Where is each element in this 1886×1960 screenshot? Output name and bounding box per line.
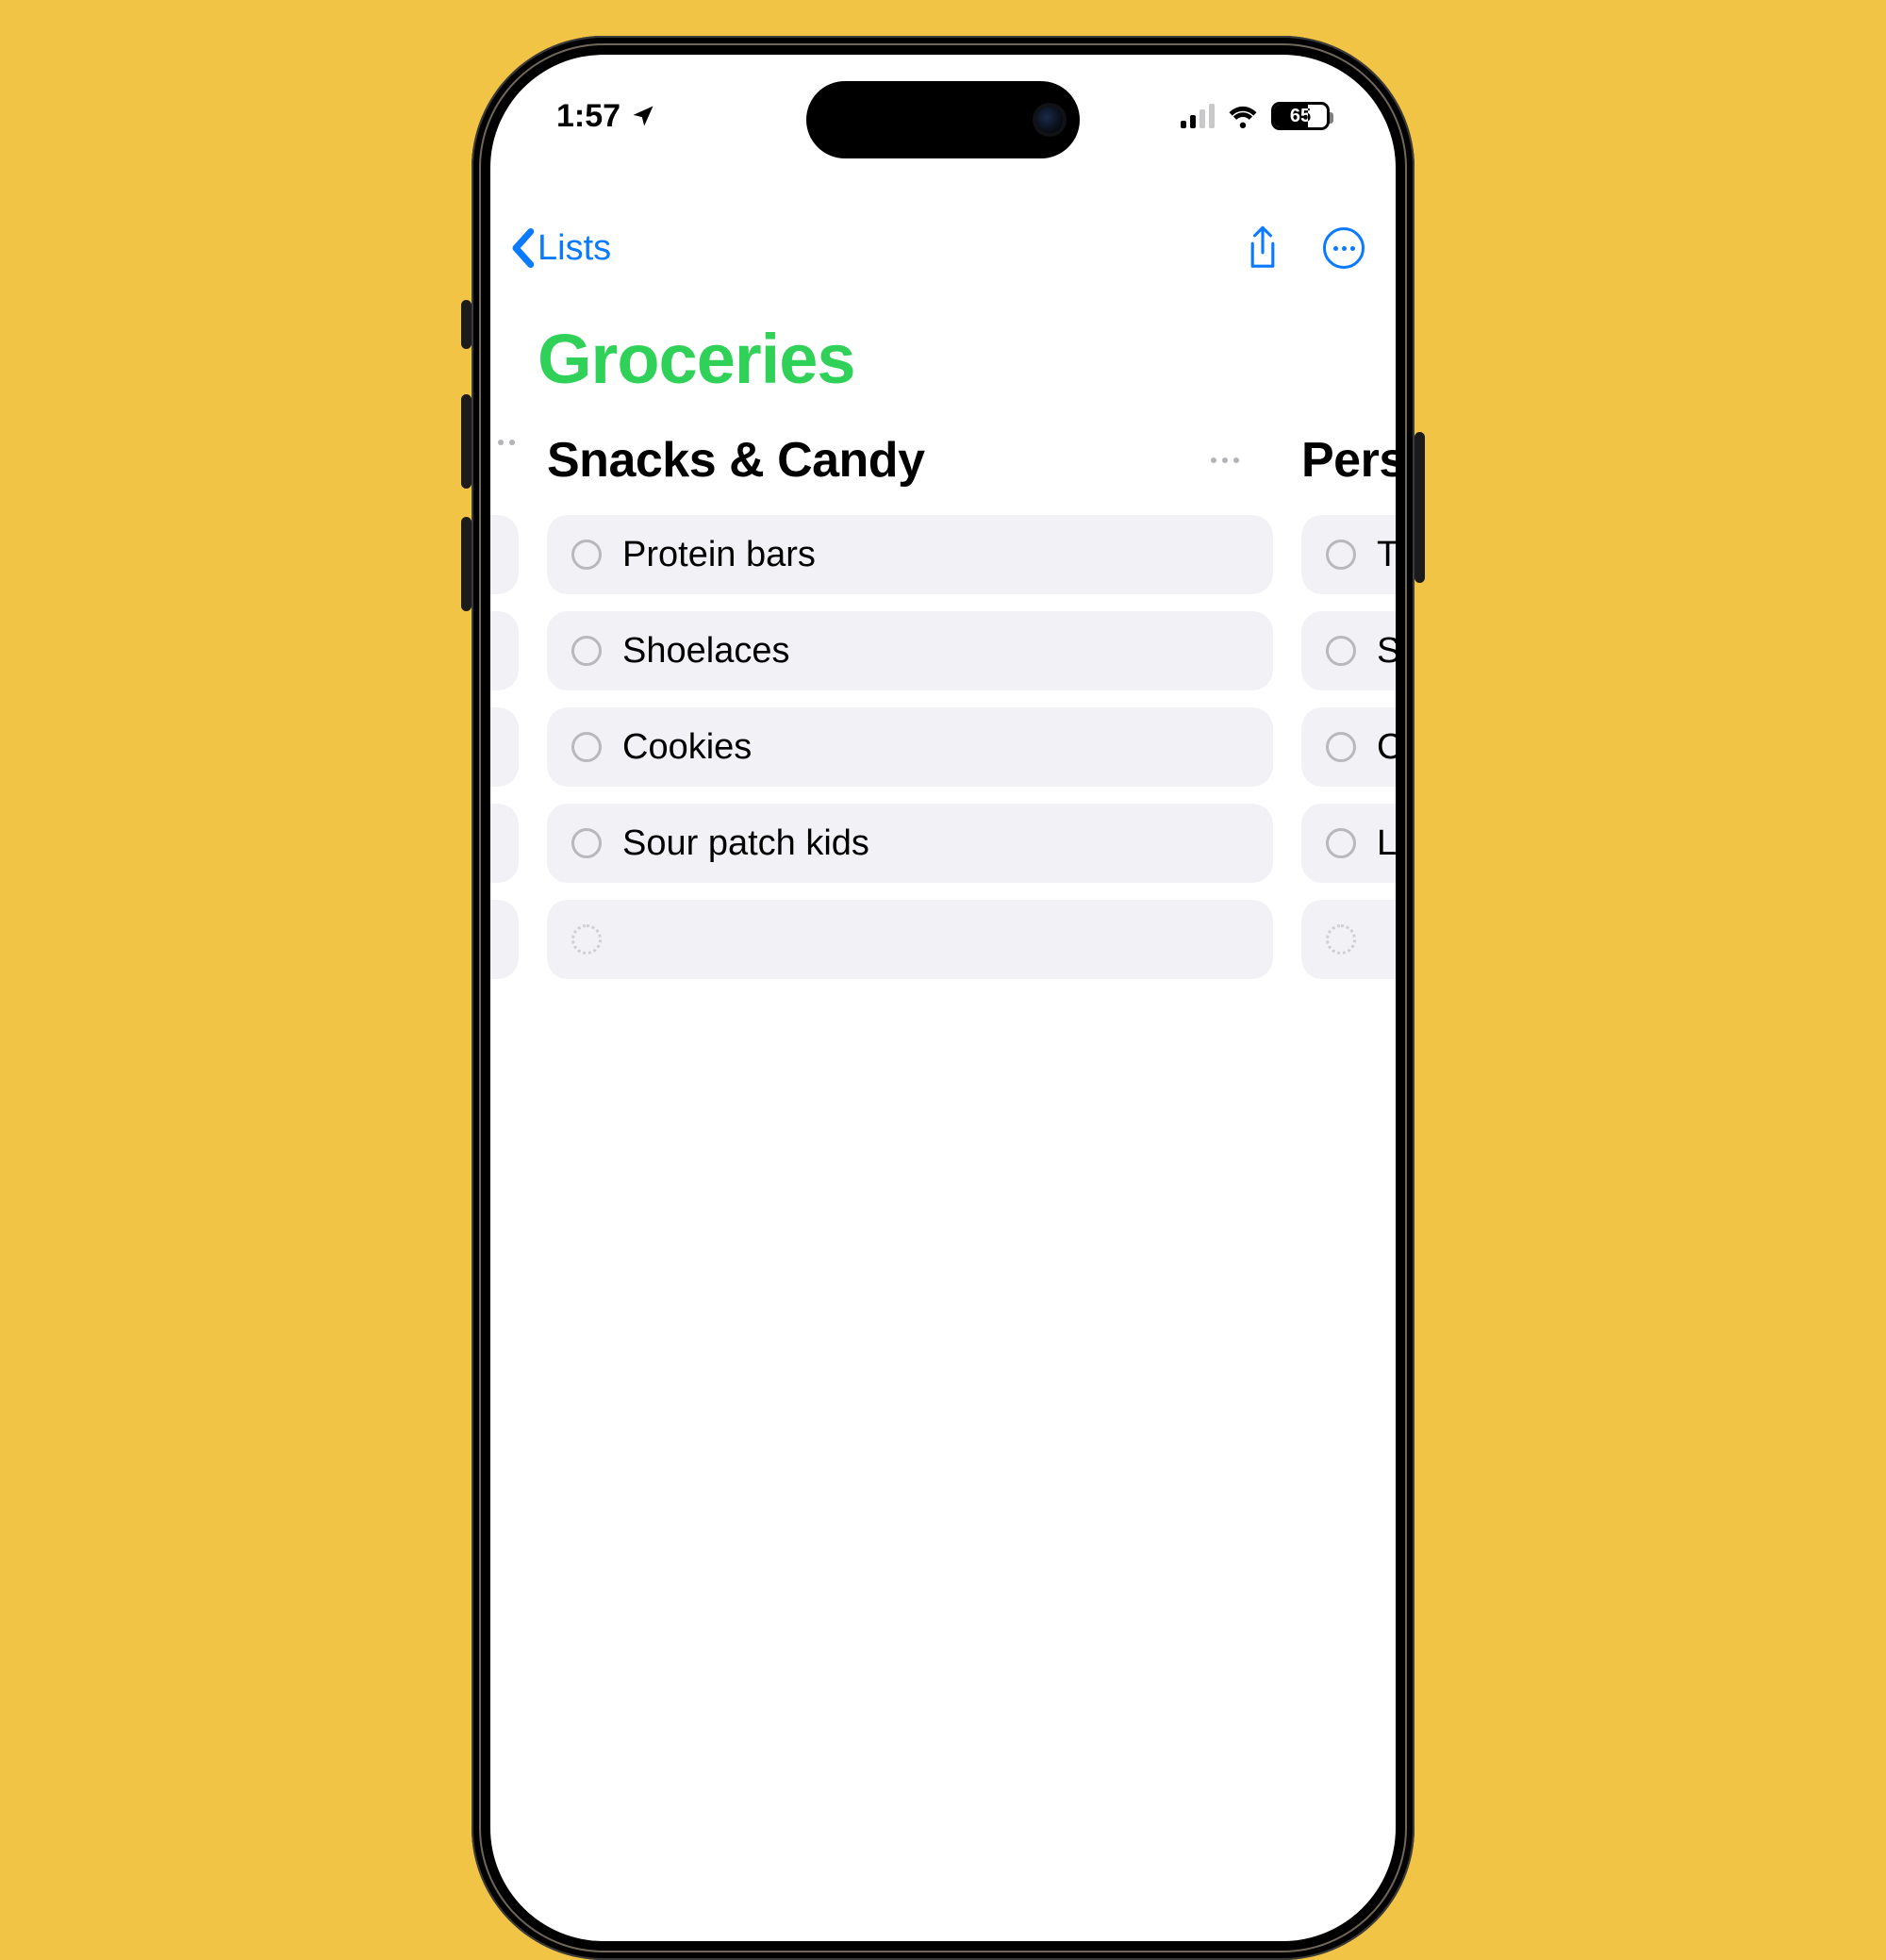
more-button[interactable] — [1320, 224, 1367, 272]
share-icon — [1244, 225, 1282, 271]
list-item[interactable] — [490, 515, 519, 594]
item-text: Co — [1377, 727, 1396, 768]
back-label: Lists — [538, 228, 611, 269]
list-item[interactable]: Shoelaces — [547, 611, 1273, 690]
item-text: Li — [1377, 823, 1396, 864]
item-text: Protein bars — [622, 535, 816, 575]
power-button — [1414, 432, 1425, 583]
columns-scroll[interactable]: Snacks & Candy Protein bars Shoelaces Co… — [490, 432, 1396, 1941]
status-right: 65 — [1181, 102, 1330, 130]
checkbox-icon[interactable] — [1326, 828, 1356, 858]
ellipsis-circle-icon — [1323, 227, 1365, 269]
chevron-left-icon — [509, 228, 536, 268]
column-title: Pers — [1301, 432, 1396, 489]
add-item-icon[interactable] — [571, 924, 602, 955]
checkbox-icon[interactable] — [1326, 732, 1356, 762]
checkbox-icon[interactable] — [1326, 636, 1356, 666]
status-left: 1:57 — [556, 98, 656, 135]
list-item[interactable]: Sh — [1301, 611, 1396, 690]
list-item[interactable] — [490, 900, 519, 979]
status-bar: 1:57 — [490, 55, 1396, 177]
list-item[interactable] — [490, 707, 519, 787]
nav-actions — [1239, 224, 1367, 272]
column-header: Pers — [1301, 432, 1396, 489]
volume-down-button — [461, 517, 472, 611]
volume-up-button — [461, 394, 472, 489]
checkbox-icon[interactable] — [1326, 540, 1356, 570]
list-item[interactable]: Co — [1301, 707, 1396, 787]
list-item[interactable] — [490, 804, 519, 883]
column-header: Snacks & Candy — [547, 432, 1273, 489]
column-personal: Pers To Sh Co Li — [1301, 432, 1396, 996]
new-item-row[interactable] — [547, 900, 1273, 979]
checkbox-icon[interactable] — [571, 636, 602, 666]
back-button[interactable]: Lists — [500, 223, 620, 274]
item-text: Sh — [1377, 631, 1396, 672]
location-icon — [630, 103, 656, 129]
checkbox-icon[interactable] — [571, 540, 602, 570]
item-text: Sour patch kids — [622, 823, 869, 864]
wifi-icon — [1226, 104, 1260, 128]
list-title: Groceries — [538, 319, 855, 399]
item-text: To — [1377, 535, 1396, 575]
checkbox-icon[interactable] — [571, 828, 602, 858]
list-item[interactable]: Protein bars — [547, 515, 1273, 594]
item-text: Cookies — [622, 727, 752, 768]
new-item-row[interactable] — [1301, 900, 1396, 979]
phone-frame: 1:57 — [472, 36, 1414, 1960]
column-title: Snacks & Candy — [547, 432, 925, 489]
checkbox-icon[interactable] — [571, 732, 602, 762]
item-text: Shoelaces — [622, 631, 789, 672]
cellular-icon — [1181, 104, 1215, 128]
nav-bar: Lists — [490, 215, 1396, 281]
clock: 1:57 — [556, 98, 620, 135]
ringer-switch — [461, 300, 472, 349]
battery-level: 65 — [1274, 105, 1327, 127]
share-button[interactable] — [1239, 224, 1286, 272]
add-item-icon[interactable] — [1326, 924, 1356, 955]
list-item[interactable]: Sour patch kids — [547, 804, 1273, 883]
list-item[interactable] — [490, 611, 519, 690]
column-snacks-candy: Snacks & Candy Protein bars Shoelaces Co… — [547, 432, 1273, 996]
column-more-button[interactable] — [1203, 450, 1247, 471]
screen: 1:57 — [490, 55, 1396, 1941]
column-previous — [490, 432, 519, 996]
list-item[interactable]: To — [1301, 515, 1396, 594]
battery-icon: 65 — [1271, 102, 1330, 130]
list-item[interactable]: Cookies — [547, 707, 1273, 787]
list-item[interactable]: Li — [1301, 804, 1396, 883]
